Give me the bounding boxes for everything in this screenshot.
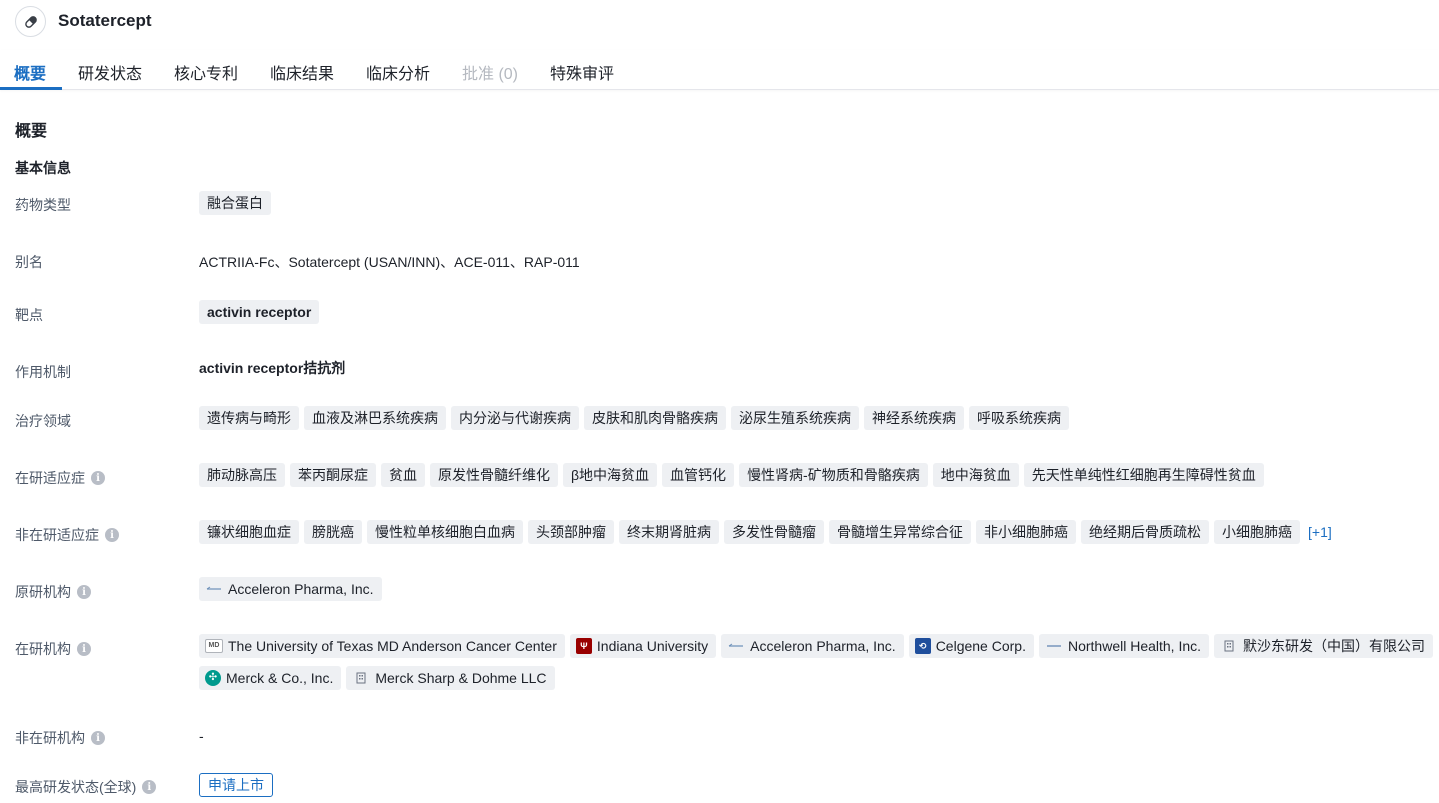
indiana-logo: Ψ bbox=[575, 638, 592, 654]
inactive-indications-label: 非在研适应症 i bbox=[15, 525, 119, 545]
info-icon[interactable]: i bbox=[105, 528, 119, 542]
inactive-orgs-value: - bbox=[199, 728, 204, 744]
drug-type-tag: 融合蛋白 bbox=[199, 191, 271, 215]
org-tag[interactable]: Northwell Health, Inc. bbox=[1038, 634, 1210, 658]
active-orgs-line1: MD The University of Texas MD Anderson C… bbox=[199, 634, 1434, 658]
indication-tag[interactable]: 贫血 bbox=[381, 463, 425, 487]
tab-clinical-analysis[interactable]: 临床分析 bbox=[366, 60, 430, 84]
inactive-orgs-label: 非在研机构 i bbox=[15, 728, 105, 748]
info-icon[interactable]: i bbox=[142, 780, 157, 794]
active-tab-indicator bbox=[0, 87, 62, 90]
indication-tag[interactable]: 地中海贫血 bbox=[932, 463, 1019, 487]
tab-approval: 批准 (0) bbox=[462, 66, 519, 83]
org-tag[interactable]: 默沙东研发（中国）有限公司 bbox=[1214, 634, 1434, 658]
indication-tag[interactable]: 骨髓增生异常综合征 bbox=[829, 520, 971, 544]
therapy-area-tag[interactable]: 泌尿生殖系统疾病 bbox=[731, 406, 859, 430]
inactive-orgs-text: - bbox=[199, 728, 204, 744]
indication-tag[interactable]: 慢性粒单核细胞白血病 bbox=[367, 520, 523, 544]
indication-tag[interactable]: β地中海贫血 bbox=[563, 463, 658, 487]
tab-special-review[interactable]: 特殊审评 bbox=[550, 60, 614, 84]
target-value: activin receptor bbox=[199, 300, 320, 324]
building-icon bbox=[352, 671, 370, 685]
active-indications-label: 在研适应症 i bbox=[15, 468, 105, 488]
drug-type-value: 融合蛋白 bbox=[199, 191, 271, 215]
indication-tag[interactable]: 头颈部肿瘤 bbox=[528, 520, 614, 544]
info-icon[interactable]: i bbox=[91, 471, 105, 485]
target-label: 靶点 bbox=[15, 307, 43, 323]
alias-value: ACTRIIA-Fc、Sotatercept (USAN/INN)、ACE-01… bbox=[199, 252, 580, 272]
indication-tag[interactable]: 肺动脉高压 bbox=[199, 463, 285, 487]
highest-status-value: 申请上市 bbox=[199, 773, 273, 797]
org-tag[interactable]: ⟲ Celgene Corp. bbox=[908, 634, 1034, 658]
building-icon bbox=[1220, 639, 1238, 653]
basic-info-title: 基本信息 bbox=[15, 160, 71, 176]
active-orgs-line2: ✣ Merck & Co., Inc. Merck Sharp & Dohme … bbox=[199, 666, 555, 690]
indication-tag[interactable]: 非小细胞肺癌 bbox=[976, 520, 1076, 544]
status-badge: 申请上市 bbox=[199, 773, 273, 797]
tab-rd-status[interactable]: 研发状态 bbox=[78, 60, 142, 84]
therapy-area-tag[interactable]: 呼吸系统疾病 bbox=[969, 406, 1069, 430]
active-indications-tags: 肺动脉高压 苯丙酮尿症 贫血 原发性骨髓纤维化 β地中海贫血 血管钙化 慢性肾病… bbox=[199, 463, 1264, 487]
indication-tag[interactable]: 慢性肾病-矿物质和骨骼疾病 bbox=[739, 463, 928, 487]
therapy-area-tag[interactable]: 皮肤和肌肉骨骼疾病 bbox=[584, 406, 726, 430]
section-title: 概要 bbox=[15, 123, 48, 140]
target-tag[interactable]: activin receptor bbox=[199, 300, 320, 324]
acceleron-logo bbox=[727, 639, 745, 653]
acceleron-logo bbox=[205, 582, 223, 596]
originator-orgs: Acceleron Pharma, Inc. bbox=[199, 577, 382, 601]
tab-bar: 概要 研发状态 核心专利 临床结果 临床分析 批准 (0) 特殊审评 bbox=[0, 50, 1439, 90]
indication-tag[interactable]: 苯丙酮尿症 bbox=[290, 463, 376, 487]
therapy-area-tag[interactable]: 神经系统疾病 bbox=[864, 406, 964, 430]
drug-header: Sotatercept bbox=[0, 0, 1439, 44]
alias-text: ACTRIIA-Fc、Sotatercept (USAN/INN)、ACE-01… bbox=[199, 254, 580, 270]
northwell-logo bbox=[1045, 639, 1063, 653]
indication-tag[interactable]: 镰状细胞血症 bbox=[199, 520, 299, 544]
active-orgs-label: 在研机构 i bbox=[15, 639, 91, 659]
org-tag[interactable]: MD The University of Texas MD Anderson C… bbox=[199, 634, 565, 658]
originator-label: 原研机构 i bbox=[15, 582, 91, 602]
indication-tag[interactable]: 膀胱癌 bbox=[304, 520, 362, 544]
drug-type-label: 药物类型 bbox=[15, 197, 71, 213]
tab-overview[interactable]: 概要 bbox=[14, 60, 46, 84]
md-anderson-logo: MD bbox=[205, 639, 223, 653]
indication-tag[interactable]: 绝经期后骨质疏松 bbox=[1081, 520, 1209, 544]
merck-logo: ✣ bbox=[205, 670, 221, 686]
therapy-area-label: 治疗领域 bbox=[15, 413, 71, 429]
celgene-logo: ⟲ bbox=[914, 638, 931, 654]
therapy-area-tag[interactable]: 血液及淋巴系统疾病 bbox=[304, 406, 446, 430]
indication-tag[interactable]: 小细胞肺癌 bbox=[1214, 520, 1300, 544]
tab-clinical-results[interactable]: 临床结果 bbox=[270, 60, 334, 84]
org-tag[interactable]: ✣ Merck & Co., Inc. bbox=[199, 666, 342, 690]
indication-tag[interactable]: 先天性单纯性红细胞再生障碍性贫血 bbox=[1023, 463, 1264, 487]
highest-status-label: 最高研发状态(全球) i bbox=[15, 777, 157, 797]
drug-name: Sotatercept bbox=[58, 11, 152, 30]
org-tag[interactable]: Acceleron Pharma, Inc. bbox=[721, 634, 904, 658]
more-indications-link[interactable]: [+1] bbox=[1308, 524, 1332, 540]
indication-tag[interactable]: 血管钙化 bbox=[662, 463, 735, 487]
pill-icon bbox=[15, 6, 46, 37]
alias-label: 别名 bbox=[15, 254, 43, 270]
indication-tag[interactable]: 多发性骨髓瘤 bbox=[724, 520, 824, 544]
tab-core-patents[interactable]: 核心专利 bbox=[174, 60, 238, 84]
org-tag[interactable]: Acceleron Pharma, Inc. bbox=[199, 577, 382, 601]
inactive-indications-tags: 镰状细胞血症 膀胱癌 慢性粒单核细胞白血病 头颈部肿瘤 终末期肾脏病 多发性骨髓… bbox=[199, 520, 1332, 544]
org-tag[interactable]: Merck Sharp & Dohme LLC bbox=[346, 666, 555, 690]
mechanism-text[interactable]: activin receptor拮抗剂 bbox=[199, 358, 345, 378]
indication-tag[interactable]: 终末期肾脏病 bbox=[619, 520, 719, 544]
org-tag[interactable]: Ψ Indiana University bbox=[569, 634, 717, 658]
mechanism-value: activin receptor拮抗剂 bbox=[199, 358, 345, 378]
therapy-area-tags: 遗传病与畸形 血液及淋巴系统疾病 内分泌与代谢疾病 皮肤和肌肉骨骼疾病 泌尿生殖… bbox=[199, 406, 1069, 430]
indication-tag[interactable]: 原发性骨髓纤维化 bbox=[430, 463, 558, 487]
therapy-area-tag[interactable]: 遗传病与畸形 bbox=[199, 406, 299, 430]
info-icon[interactable]: i bbox=[91, 731, 105, 745]
therapy-area-tag[interactable]: 内分泌与代谢疾病 bbox=[451, 406, 579, 430]
info-icon[interactable]: i bbox=[77, 642, 91, 656]
mechanism-label: 作用机制 bbox=[15, 364, 71, 380]
info-icon[interactable]: i bbox=[77, 585, 91, 599]
